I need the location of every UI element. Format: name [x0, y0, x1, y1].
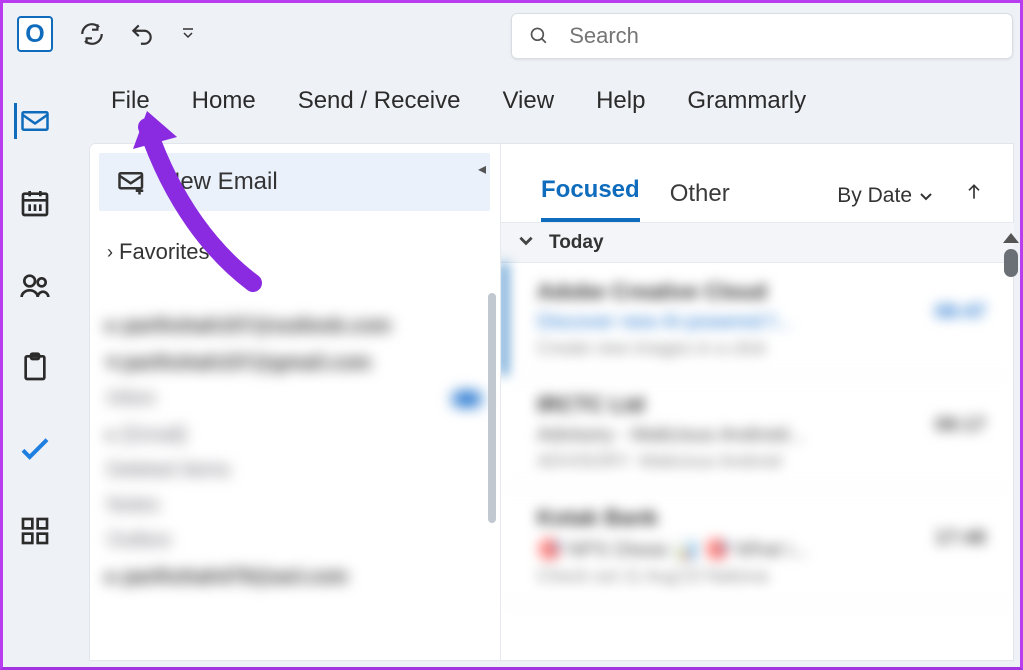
new-email-label: New Email	[163, 168, 278, 196]
collapse-folder-pane-button[interactable]: ◂	[478, 159, 486, 179]
favorites-label: Favorites	[119, 239, 209, 265]
scroll-thumb[interactable]	[1004, 249, 1018, 277]
outlook-logo-icon: O	[17, 16, 53, 52]
rail-people-icon[interactable]	[17, 267, 53, 303]
group-header-label: Today	[549, 232, 604, 254]
chevron-down-icon	[517, 231, 535, 255]
new-email-icon	[117, 167, 147, 197]
quick-access-toolbar: O	[3, 3, 1020, 65]
rail-mail-icon[interactable]	[14, 103, 50, 139]
tab-focused[interactable]: Focused	[541, 176, 640, 222]
ribbon-tabs: File Home Send / Receive View Help Gramm…	[3, 65, 1020, 137]
search-input[interactable]	[567, 22, 995, 50]
folder-pane-accounts-blurred: ▸ parthshah157@outlook.com ▾ parthshah15…	[89, 291, 500, 661]
ribbon-tab-home[interactable]: Home	[192, 87, 256, 115]
ribbon-tab-file[interactable]: File	[111, 87, 150, 115]
sort-direction-button[interactable]	[964, 181, 984, 222]
customize-quickaccess-dropdown[interactable]	[181, 26, 195, 43]
left-rail	[3, 65, 67, 667]
refresh-button[interactable]	[75, 17, 109, 51]
rail-todo-icon[interactable]	[17, 431, 53, 467]
arrow-up-icon	[964, 181, 984, 203]
message-item[interactable]: Kotak Bank 🎯 NPS Diwas 📊 🎯 What i... Che…	[501, 489, 1014, 604]
search-bar[interactable]	[511, 13, 1013, 59]
tab-other[interactable]: Other	[670, 180, 730, 222]
rail-tasks-icon[interactable]	[17, 349, 53, 385]
chevron-down-icon	[918, 188, 934, 204]
message-list-blurred: Adobe Creative Cloud Discover new AI-pow…	[501, 263, 1014, 604]
ribbon-tab-grammarly[interactable]: Grammarly	[687, 87, 806, 115]
undo-button[interactable]	[125, 17, 159, 51]
search-icon	[529, 25, 549, 47]
message-item[interactable]: Adobe Creative Cloud Discover new AI-pow…	[501, 263, 1014, 376]
message-list-pane: Focused Other By Date Today Adobe Creati…	[501, 143, 1014, 661]
group-header-today[interactable]: Today	[501, 223, 1014, 263]
sort-by-date-dropdown[interactable]: By Date	[837, 184, 934, 222]
inbox-tabs: Focused Other By Date	[501, 143, 1014, 223]
chevron-right-icon: ›	[107, 242, 113, 263]
main-area: New Email ◂ › Favorites ▸ parthshah157@o…	[89, 143, 1014, 661]
window-scrollbar[interactable]	[1002, 233, 1020, 277]
rail-calendar-icon[interactable]	[17, 185, 53, 221]
ribbon-tab-help[interactable]: Help	[596, 87, 645, 115]
undo-icon	[129, 21, 155, 47]
chevron-down-icon	[181, 26, 195, 40]
refresh-icon	[79, 21, 105, 47]
folder-pane: New Email ◂ › Favorites ▸ parthshah157@o…	[89, 143, 501, 661]
scroll-up-icon	[1003, 233, 1019, 243]
folder-pane-scrollbar[interactable]	[488, 293, 496, 523]
sort-by-date-label: By Date	[837, 184, 912, 208]
message-item[interactable]: IRCTC Ltd Advisory - Malicious Android..…	[501, 376, 1014, 489]
ribbon-tab-send-receive[interactable]: Send / Receive	[298, 87, 461, 115]
new-email-button[interactable]: New Email	[99, 153, 490, 211]
ribbon-tab-view[interactable]: View	[502, 87, 554, 115]
rail-apps-icon[interactable]	[17, 513, 53, 549]
favorites-header[interactable]: › Favorites	[89, 239, 500, 265]
